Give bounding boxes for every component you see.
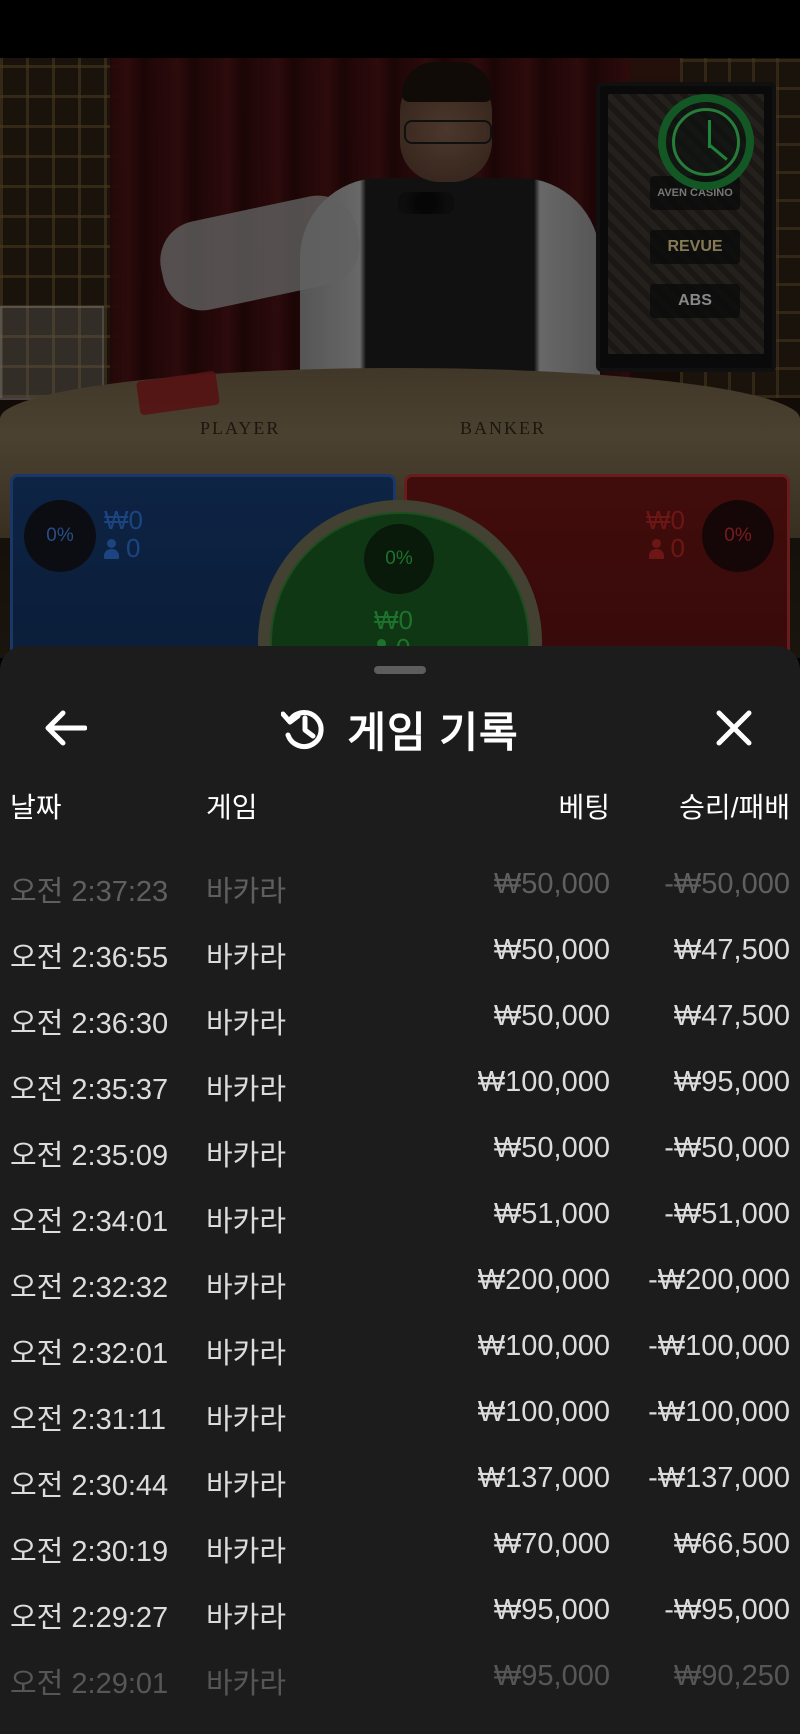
column-header-game: 게임 xyxy=(206,792,258,823)
row-time: 오전 2:34:01 xyxy=(10,1206,169,1238)
sheet-drag-handle[interactable] xyxy=(374,666,426,674)
row-game: 바카라 xyxy=(206,1668,287,1700)
row-game: 바카라 xyxy=(206,876,287,908)
row-time: 오전 2:36:55 xyxy=(10,942,169,974)
close-button[interactable] xyxy=(704,698,764,758)
row-result: -₩50,000 xyxy=(664,868,790,900)
row-bet: ₩50,000 xyxy=(493,868,610,900)
row-bet: ₩200,000 xyxy=(477,1264,610,1296)
table-row[interactable]: 오전 2:34:01 바카라 ₩51,000 -₩51,000 xyxy=(0,1188,800,1254)
game-history-sheet: 게임 기록 날짜 게임 베팅 승리/패배 오전 2:37:23 바카라 ₩50,… xyxy=(0,646,800,1734)
row-time: 오전 2:32:01 xyxy=(10,1338,169,1370)
row-result: ₩95,000 xyxy=(673,1066,790,1098)
table-row[interactable]: 오전 2:29:27 바카라 ₩95,000 -₩95,000 xyxy=(0,1584,800,1650)
row-time: 오전 2:35:37 xyxy=(10,1074,169,1106)
row-result: -₩50,000 xyxy=(664,1132,790,1164)
row-bet: ₩50,000 xyxy=(493,934,610,966)
row-time: 오전 2:31:11 xyxy=(10,1404,167,1436)
page-title: 게임 기록 xyxy=(347,708,519,756)
row-time: 오전 2:29:27 xyxy=(10,1602,169,1634)
modal-dim-overlay[interactable] xyxy=(0,58,800,678)
row-time: 오전 2:35:09 xyxy=(10,1140,169,1172)
table-row[interactable]: 오전 2:32:01 바카라 ₩100,000 -₩100,000 xyxy=(0,1320,800,1386)
table-row[interactable]: 오전 2:36:55 바카라 ₩50,000 ₩47,500 xyxy=(0,924,800,990)
row-game: 바카라 xyxy=(206,1404,287,1436)
table-row[interactable]: 오전 2:36:30 바카라 ₩50,000 ₩47,500 xyxy=(0,990,800,1056)
row-bet: ₩50,000 xyxy=(493,1000,610,1032)
row-bet: ₩70,000 xyxy=(493,1528,610,1560)
row-result: -₩100,000 xyxy=(648,1330,790,1362)
row-time: 오전 2:29:01 xyxy=(10,1668,169,1700)
row-bet: ₩100,000 xyxy=(477,1396,610,1428)
row-game: 바카라 xyxy=(206,1206,287,1238)
table-row[interactable]: 오전 2:35:09 바카라 ₩50,000 -₩50,000 xyxy=(0,1122,800,1188)
row-bet: ₩51,000 xyxy=(493,1198,610,1230)
history-table-header: 날짜 게임 베팅 승리/패배 xyxy=(0,786,800,836)
row-game: 바카라 xyxy=(206,1008,287,1040)
row-result: ₩47,500 xyxy=(673,934,790,966)
table-row[interactable]: 오전 2:30:19 바카라 ₩70,000 ₩66,500 xyxy=(0,1518,800,1584)
row-bet: ₩95,000 xyxy=(493,1594,610,1626)
column-header-date: 날짜 xyxy=(10,792,62,823)
table-row[interactable]: 오전 2:35:37 바카라 ₩100,000 ₩95,000 xyxy=(0,1056,800,1122)
row-result: ₩66,500 xyxy=(673,1528,790,1560)
row-time: 오전 2:30:44 xyxy=(10,1470,169,1502)
row-bet: ₩137,000 xyxy=(477,1462,610,1494)
row-result: -₩95,000 xyxy=(664,1594,790,1626)
row-time: 오전 2:36:30 xyxy=(10,1008,169,1040)
history-table-body[interactable]: 오전 2:37:23 바카라 ₩50,000 -₩50,000 오전 2:36:… xyxy=(0,858,800,1716)
row-time: 오전 2:32:32 xyxy=(10,1272,169,1304)
table-row[interactable]: 오전 2:30:44 바카라 ₩137,000 -₩137,000 xyxy=(0,1452,800,1518)
row-result: -₩100,000 xyxy=(648,1396,790,1428)
sheet-header: 게임 기록 xyxy=(0,694,800,764)
row-bet: ₩100,000 xyxy=(477,1330,610,1362)
row-game: 바카라 xyxy=(206,1272,287,1304)
table-row[interactable]: 오전 2:37:23 바카라 ₩50,000 -₩50,000 xyxy=(0,858,800,924)
row-result: ₩90,250 xyxy=(673,1660,790,1692)
row-game: 바카라 xyxy=(206,1470,287,1502)
close-icon xyxy=(716,710,752,746)
row-time: 오전 2:30:19 xyxy=(10,1536,169,1568)
row-result: -₩137,000 xyxy=(648,1462,790,1494)
row-bet: ₩100,000 xyxy=(477,1066,610,1098)
row-game: 바카라 xyxy=(206,1140,287,1172)
table-row[interactable]: 오전 2:29:01 바카라 ₩95,000 ₩90,250 xyxy=(0,1650,800,1716)
row-bet: ₩95,000 xyxy=(493,1660,610,1692)
row-result: ₩47,500 xyxy=(673,1000,790,1032)
row-time: 오전 2:37:23 xyxy=(10,876,169,908)
row-game: 바카라 xyxy=(206,1536,287,1568)
table-row[interactable]: 오전 2:31:11 바카라 ₩100,000 -₩100,000 xyxy=(0,1386,800,1452)
row-result: -₩200,000 xyxy=(648,1264,790,1296)
row-game: 바카라 xyxy=(206,1602,287,1634)
column-header-result: 승리/패배 xyxy=(679,792,790,823)
row-bet: ₩50,000 xyxy=(493,1132,610,1164)
row-game: 바카라 xyxy=(206,1074,287,1106)
status-bar xyxy=(0,0,800,58)
row-game: 바카라 xyxy=(206,1338,287,1370)
row-game: 바카라 xyxy=(206,942,287,974)
column-header-bet: 베팅 xyxy=(558,792,610,823)
history-clock-icon xyxy=(281,710,324,749)
table-row[interactable]: 오전 2:32:32 바카라 ₩200,000 -₩200,000 xyxy=(0,1254,800,1320)
row-result: -₩51,000 xyxy=(664,1198,790,1230)
